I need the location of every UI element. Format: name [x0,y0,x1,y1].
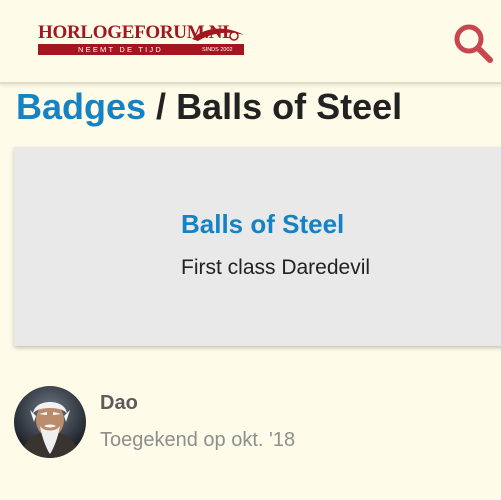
badge-name: Balls of Steel [181,209,345,239]
page-title: Badges / Balls of Steel [16,86,402,128]
logo-tagline: NEEMT DE TIJD [78,45,163,54]
search-icon [454,24,493,63]
site-logo[interactable]: HORLOGEFORUM.NL NEEMT DE TIJD SINDS 2002 [38,22,248,58]
site-header: HORLOGEFORUM.NL NEEMT DE TIJD SINDS 2002 [0,0,501,84]
badge-card: Balls of Steel First class Daredevil [14,147,501,346]
breadcrumb-link-badges[interactable]: Badges [16,86,146,127]
avatar[interactable] [14,386,86,458]
badge-description: First class Daredevil [181,256,371,279]
granted-user-row: Dao Toegekend op okt. '18 [14,386,494,462]
breadcrumb-separator: / [146,86,177,127]
page-title-text: Balls of Steel [176,86,403,127]
granted-date: Toegekend op okt. '18 [100,429,296,451]
username-link[interactable]: Dao [100,392,138,415]
logo-since: SINDS 2002 [202,47,233,53]
avatar-image [14,386,86,458]
search-button[interactable] [452,22,496,66]
